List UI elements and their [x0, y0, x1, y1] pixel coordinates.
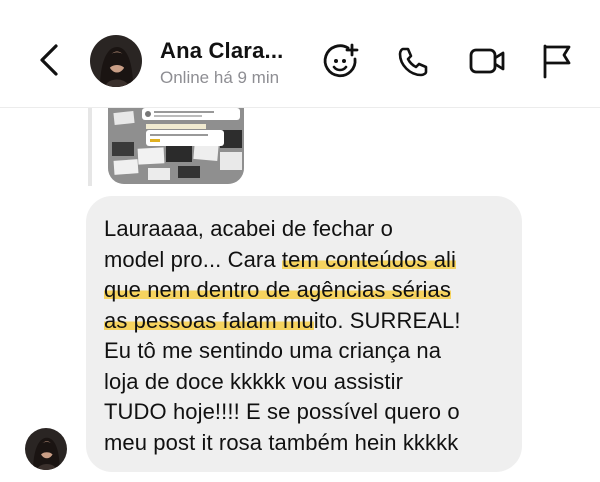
- text-segment: Lauraaaa, acabei de fechar o: [104, 216, 394, 241]
- flag-icon[interactable]: [538, 42, 576, 80]
- message-line: meu post it rosa também hein kkkkk: [104, 428, 508, 459]
- message-line: TUDO hoje!!!! E se possível quero o: [104, 397, 508, 428]
- message-line: as pessoas falam muito. SURREAL!: [104, 306, 508, 337]
- highlighted-text: que nem dentro de agências sérias: [104, 277, 451, 302]
- message-line: que nem dentro de agências sérias: [104, 275, 508, 306]
- highlighted-text: as pessoas falam mu: [104, 307, 314, 333]
- text-segment: Eu tô me sentindo uma criança na: [104, 338, 442, 363]
- video-icon[interactable]: [468, 42, 506, 80]
- text-segment: ito. SURREAL!: [313, 307, 461, 333]
- text-segment: loja de doce kkkkk vou assistir: [104, 368, 404, 394]
- contact-name[interactable]: Ana Clara...: [160, 38, 283, 64]
- text-segment: meu post it rosa também hein kkkkk: [104, 429, 459, 455]
- message-text: Lauraaaa, acabei de fechar o model pro..…: [104, 214, 508, 458]
- text-segment: TUDO hoje!!!! E se possível quero o: [104, 399, 460, 424]
- contact-avatar[interactable]: [90, 35, 142, 87]
- phone-icon[interactable]: [395, 42, 433, 80]
- message-line: Eu tô me sentindo uma criança na: [104, 336, 508, 367]
- sender-avatar[interactable]: [25, 428, 67, 470]
- text-segment: model pro... Cara: [104, 246, 282, 272]
- add-effects-icon[interactable]: [322, 42, 360, 80]
- message-line: model pro... Cara tem conteúdos ali: [104, 245, 508, 276]
- shared-image-preview[interactable]: [108, 108, 244, 184]
- message-line: Lauraaaa, acabei de fechar o: [104, 214, 508, 245]
- back-arrow-icon[interactable]: [30, 40, 70, 80]
- highlighted-text: tem conteúdos ali: [281, 246, 457, 272]
- reply-thread-line: [88, 108, 92, 186]
- chat-header: Ana Clara... Online há 9 min: [0, 0, 600, 108]
- contact-status: Online há 9 min: [160, 68, 280, 87]
- message-bubble[interactable]: Lauraaaa, acabei de fechar o model pro..…: [86, 196, 522, 472]
- message-line: loja de doce kkkkk vou assistir: [104, 367, 508, 398]
